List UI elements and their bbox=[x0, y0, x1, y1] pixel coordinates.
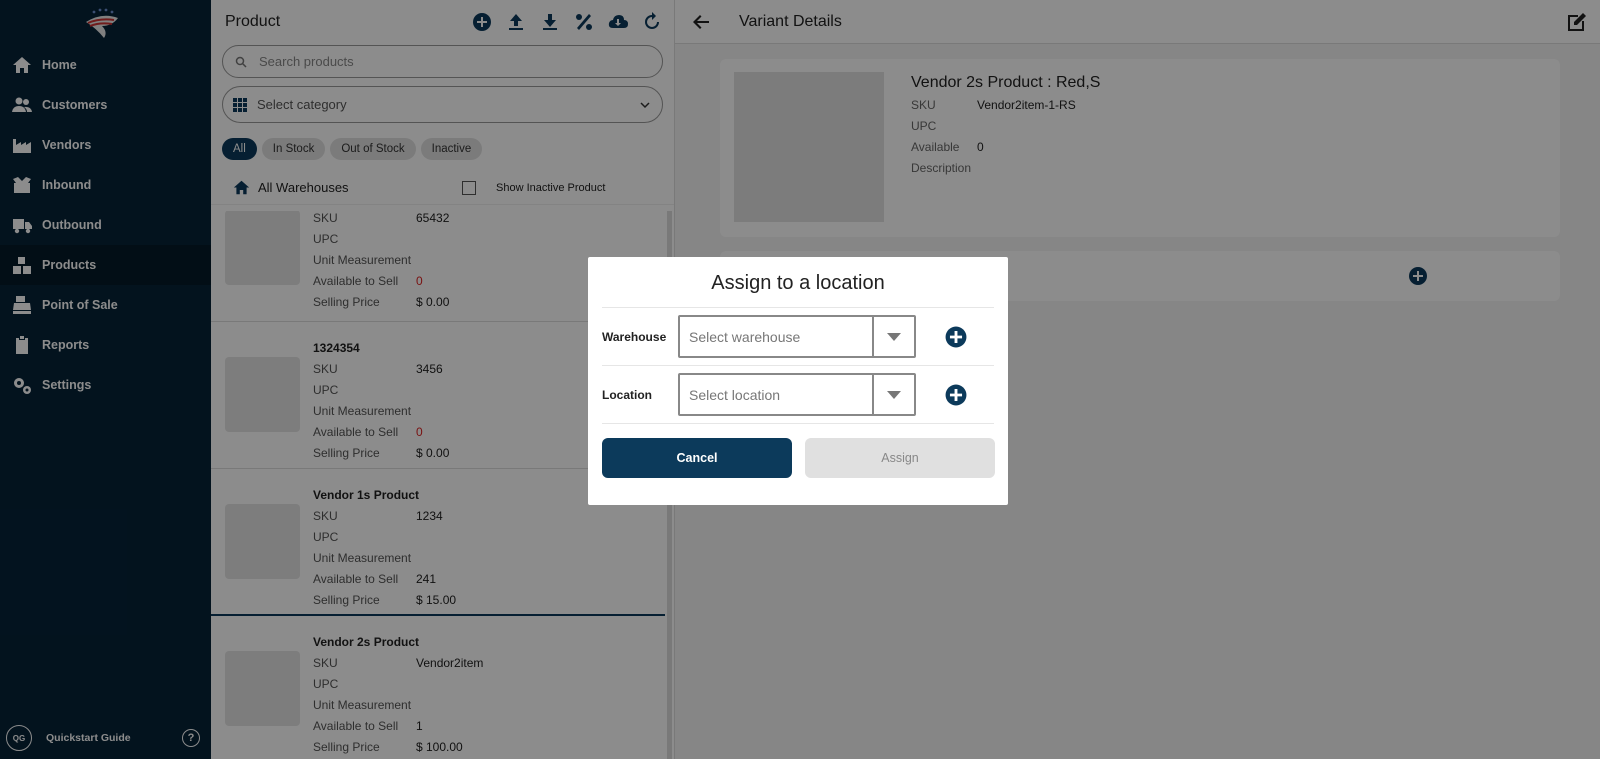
location-select[interactable]: Select location bbox=[678, 373, 916, 416]
add-warehouse-icon[interactable] bbox=[945, 326, 967, 348]
dropdown-toggle[interactable] bbox=[872, 375, 914, 414]
location-row: Location Select location bbox=[602, 365, 994, 423]
divider bbox=[602, 423, 994, 424]
dialog-title: Assign to a location bbox=[711, 272, 885, 294]
caret-down-icon bbox=[887, 332, 901, 341]
warehouse-placeholder: Select warehouse bbox=[689, 328, 801, 345]
assign-location-dialog: Assign to a location Warehouse Select wa… bbox=[588, 257, 1008, 505]
location-placeholder: Select location bbox=[689, 386, 781, 403]
warehouse-label: Warehouse bbox=[602, 329, 667, 344]
add-location-icon[interactable] bbox=[945, 384, 967, 406]
location-label: Location bbox=[602, 387, 652, 402]
warehouse-select[interactable]: Select warehouse bbox=[678, 315, 916, 358]
cancel-button[interactable]: Cancel bbox=[602, 438, 792, 478]
warehouse-row: Warehouse Select warehouse bbox=[602, 307, 994, 365]
assign-button[interactable]: Assign bbox=[805, 438, 995, 478]
caret-down-icon bbox=[887, 390, 901, 399]
dropdown-toggle[interactable] bbox=[872, 317, 914, 356]
